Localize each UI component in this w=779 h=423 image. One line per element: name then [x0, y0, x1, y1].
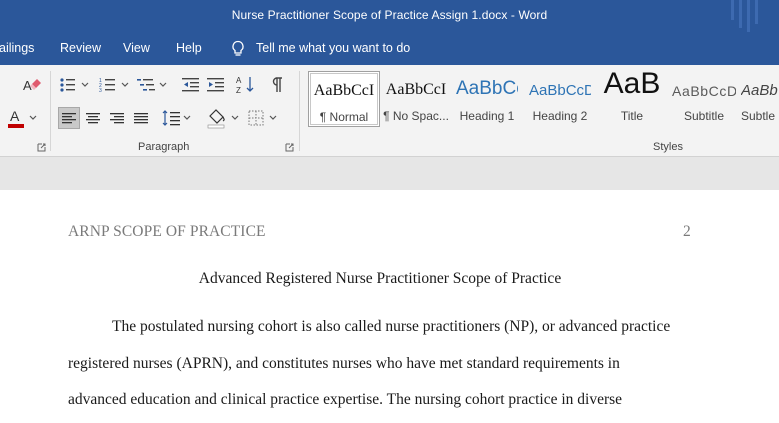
style-sample: AaBb — [741, 82, 778, 99]
lightbulb-icon[interactable] — [230, 40, 246, 58]
style-sample: AaBbCcI — [385, 81, 447, 98]
document-title: Advanced Registered Nurse Practitioner S… — [198, 270, 562, 287]
body-line: The postulated nursing cohort is also ca… — [112, 318, 671, 335]
align-left-button[interactable] — [58, 107, 80, 129]
style-name: Subtle — [741, 109, 776, 123]
increase-indent-icon[interactable] — [207, 77, 225, 93]
svg-text:Z: Z — [236, 86, 241, 95]
tell-me-search[interactable]: Tell me what you want to do — [256, 41, 410, 55]
style-subtitle[interactable]: AaBbCcD Subtitle — [672, 71, 736, 127]
line-spacing-icon[interactable] — [162, 108, 192, 128]
style-sample: AaBbCc — [456, 78, 518, 99]
style-name: ¶ No Spac... — [383, 109, 449, 123]
running-head: ARNP SCOPE OF PRACTICE — [68, 223, 266, 240]
title-bar: Nurse Practitioner Scope of Practice Ass… — [0, 0, 779, 32]
style-sample: AaBbCcD — [672, 83, 736, 99]
style-subtle[interactable]: AaBb Subtle — [741, 71, 779, 127]
borders-icon[interactable] — [247, 108, 279, 128]
tab-view[interactable]: View — [123, 41, 150, 55]
paragraph-dialog-launcher-icon[interactable] — [285, 143, 294, 152]
style-no-spacing[interactable]: AaBbCcI ¶ No Spac... — [383, 71, 449, 127]
font-dialog-launcher-icon[interactable] — [37, 143, 46, 152]
numbering-icon[interactable]: 1 2 3 — [99, 77, 131, 93]
style-heading-1[interactable]: AaBbCc Heading 1 — [456, 71, 518, 127]
svg-text:A: A — [10, 108, 20, 124]
align-center-icon[interactable] — [83, 108, 103, 128]
justify-icon[interactable] — [131, 108, 151, 128]
styles-gallery: AaBbCcI ¶ Normal AaBbCcI ¶ No Spac... Aa… — [308, 67, 779, 133]
styles-group-label: Styles — [653, 141, 683, 153]
svg-text:A: A — [236, 76, 242, 85]
tab-help[interactable]: Help — [176, 41, 202, 55]
shading-icon[interactable] — [206, 107, 240, 129]
style-name: ¶ Normal — [319, 110, 369, 124]
style-name: Subtitle — [683, 109, 725, 123]
bullets-icon[interactable] — [59, 77, 89, 93]
group-separator — [50, 71, 51, 151]
style-heading-2[interactable]: AaBbCcD Heading 2 — [529, 71, 591, 127]
sort-icon[interactable]: A Z — [236, 75, 256, 95]
tab-mailings[interactable]: ailings — [0, 41, 34, 55]
style-title[interactable]: AaB Title — [599, 67, 665, 127]
window-title: Nurse Practitioner Scope of Practice Ass… — [231, 8, 548, 22]
style-sample: AaBbCcI — [313, 82, 375, 99]
page-number: 2 — [683, 223, 691, 240]
titlebar-decoration — [731, 0, 765, 32]
style-name: Heading 2 — [532, 109, 588, 123]
show-formatting-marks-icon[interactable] — [270, 76, 284, 94]
body-line: advanced education and clinical practice… — [68, 391, 623, 408]
clear-formatting-icon[interactable]: A — [22, 75, 42, 95]
document-page[interactable]: ARNP SCOPE OF PRACTICE 2 Advanced Regist… — [0, 190, 779, 423]
style-name: Heading 1 — [459, 109, 515, 123]
style-normal[interactable]: AaBbCcI ¶ Normal — [308, 71, 380, 127]
style-sample: AaB — [603, 67, 661, 100]
svg-text:3: 3 — [99, 88, 102, 93]
align-right-icon[interactable] — [107, 108, 127, 128]
tab-review[interactable]: Review — [60, 41, 101, 55]
ribbon: A A 1 2 3 A Z Paragraph AaBbCcI ¶ Normal… — [0, 65, 779, 157]
font-color-icon[interactable]: A — [7, 107, 27, 129]
align-left-icon — [62, 113, 76, 124]
style-sample: AaBbCcD — [529, 82, 591, 99]
body-line: registered nurses (APRN), and constitute… — [68, 355, 620, 372]
style-name: Title — [620, 109, 644, 123]
paragraph-group-label: Paragraph — [138, 141, 190, 153]
decrease-indent-icon[interactable] — [182, 77, 200, 93]
chevron-down-icon[interactable] — [29, 115, 37, 121]
document-canvas-gap — [0, 157, 779, 190]
ribbon-tabs: ailings Review View Help Tell me what yo… — [0, 32, 779, 65]
group-separator — [299, 71, 300, 151]
multilevel-list-icon[interactable] — [137, 77, 169, 93]
